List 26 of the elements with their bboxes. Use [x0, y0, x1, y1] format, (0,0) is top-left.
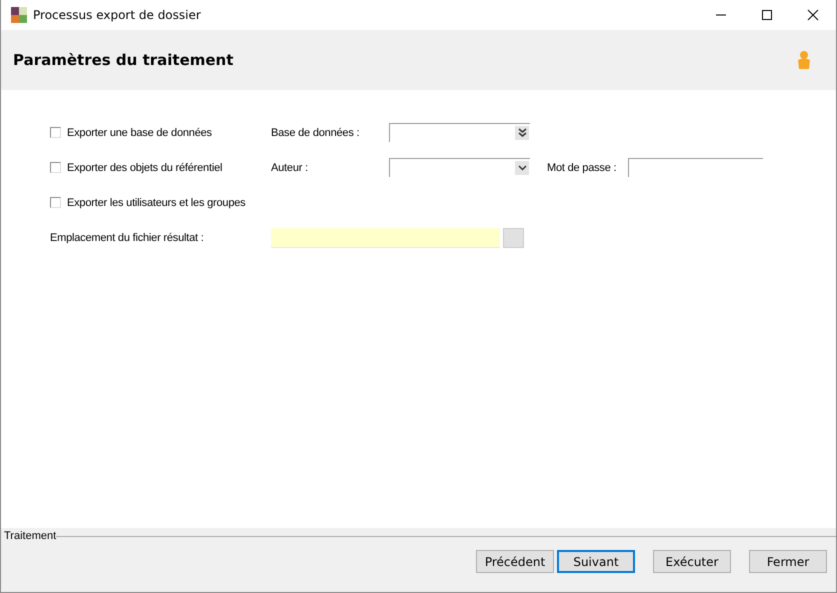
window-title: Processus export de dossier [33, 8, 201, 22]
double-chevron-icon [515, 126, 529, 140]
author-dropdown[interactable] [389, 158, 530, 177]
dialog-button[interactable]: Précédent [476, 550, 554, 573]
dialog-button[interactable]: Suivant [557, 550, 635, 573]
field-label: Mot de passe : [547, 162, 618, 174]
checkbox[interactable] [50, 197, 61, 208]
field-label: Base de données : [271, 126, 360, 138]
checkbox-label: Exporter une base de données [67, 126, 212, 138]
checkbox-label: Exporter des objets du référentiel [67, 162, 222, 174]
field-label: Auteur : [271, 162, 309, 174]
app-icon [11, 7, 27, 23]
checkbox[interactable] [50, 162, 61, 173]
group-title: Traitement [4, 530, 56, 542]
field-label: Emplacement du fichier résultat : [50, 232, 205, 244]
maximize-icon[interactable] [761, 9, 773, 21]
chevron-down-icon [515, 161, 529, 175]
database-dropdown[interactable] [389, 123, 530, 142]
user-icon [796, 50, 812, 70]
close-icon[interactable] [807, 9, 819, 21]
section-title: Paramètres du traitement [13, 51, 234, 69]
checkbox[interactable] [50, 127, 61, 138]
checkbox-label: Exporter les utilisateurs et les groupes [67, 196, 246, 208]
dialog-button[interactable]: Exécuter [653, 550, 731, 573]
file-path-field[interactable] [271, 228, 500, 248]
dialog-button[interactable]: Fermer [749, 550, 827, 573]
